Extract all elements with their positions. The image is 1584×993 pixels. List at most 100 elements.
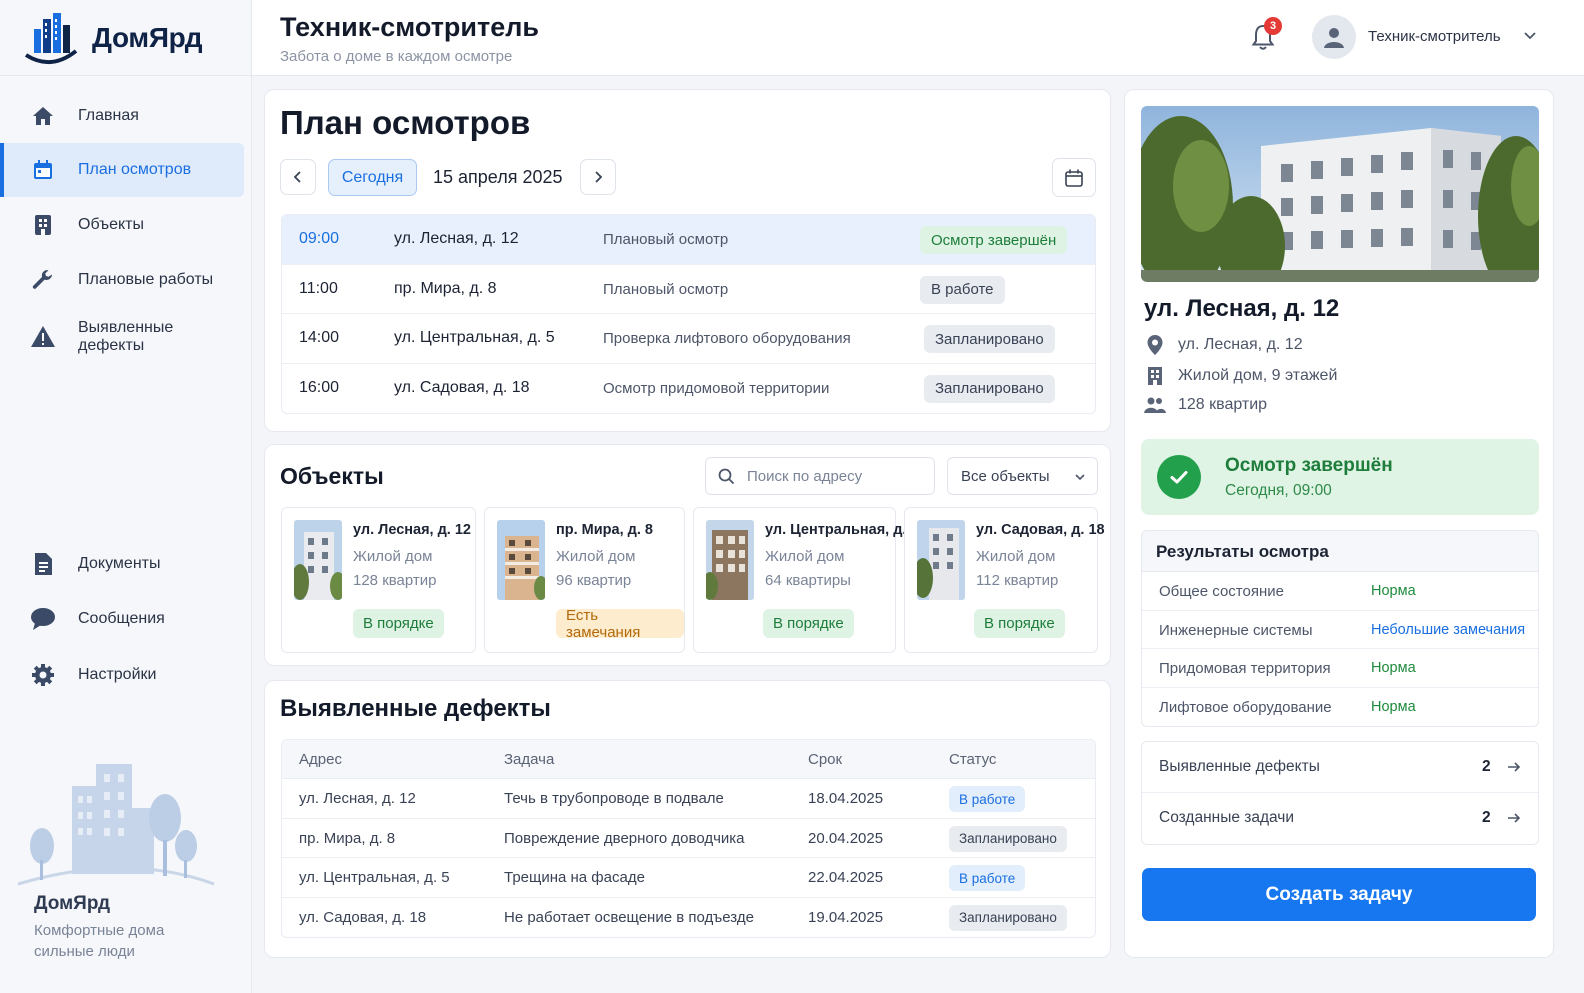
sidebar-item-planned-works[interactable]: Плановые работы (0, 253, 244, 307)
object-apartments-row: 128 квартир (1144, 394, 1267, 416)
sidebar-item-label: Главная (78, 107, 139, 124)
table-row[interactable]: пр. Мира, д. 8 Повреждение дверного дово… (282, 819, 1095, 858)
brand-name: ДомЯрд (92, 21, 203, 53)
schedule-row[interactable]: 16:00 ул. Садовая, д. 18 Осмотр придомов… (282, 364, 1095, 414)
status-badge: В порядке (974, 609, 1065, 638)
object-address-row: ул. Лесная, д. 12 (1144, 334, 1303, 356)
schedule-kind: Проверка лифтового оборудования (603, 330, 851, 347)
table-row[interactable]: ул. Садовая, д. 18 Не работает освещение… (282, 898, 1095, 938)
object-building-row: Жилой дом, 9 этажей (1144, 365, 1337, 387)
status-badge: В порядке (353, 609, 444, 638)
avatar[interactable] (1312, 15, 1356, 59)
prev-day-button[interactable] (280, 159, 316, 195)
gear-icon (30, 662, 56, 688)
sidebar-item-objects[interactable]: Объекты (0, 198, 244, 252)
schedule-kind: Плановый осмотр (603, 231, 729, 248)
object-type: Жилой дом (556, 548, 636, 565)
status-badge: В порядке (763, 609, 854, 638)
calendar-picker-button[interactable] (1052, 158, 1096, 197)
sidebar-item-home[interactable]: Главная (0, 89, 244, 143)
object-apartments: 128 квартир (1178, 396, 1268, 413)
schedule-row[interactable]: 11:00 пр. Мира, д. 8 Плановый осмотр В р… (282, 265, 1095, 314)
status-badge: Есть замечания (556, 607, 684, 641)
defect-address: ул. Центральная, д. 5 (299, 869, 450, 886)
result-value: Небольшие замечания (1371, 621, 1526, 638)
result-value: Норма (1371, 583, 1416, 599)
sidebar-item-label: Документы (78, 555, 161, 572)
link-count: 2 (1482, 809, 1491, 826)
object-card[interactable]: ул. Лесная, д. 12 Жилой дом 128 квартир … (281, 507, 476, 653)
sidebar-item-label: План осмотров (78, 161, 192, 178)
objects-filter-select[interactable]: Все объекты (947, 457, 1098, 495)
search-field[interactable] (705, 457, 935, 495)
schedule-row[interactable]: 14:00 ул. Центральная, д. 5 Проверка лиф… (282, 314, 1095, 364)
page-subtitle: Забота о доме в каждом осмотре (280, 48, 513, 65)
link-tasks[interactable]: Созданные задачи 2 (1142, 793, 1538, 844)
next-day-button[interactable] (580, 159, 616, 195)
table-header: Адрес Задача Срок Статус (282, 740, 1095, 779)
location-pin-icon (1144, 334, 1166, 356)
user-role[interactable]: Техник-смотритель (1368, 28, 1501, 45)
object-name: ул. Лесная, д. 12 (353, 522, 471, 538)
logo-icon (24, 12, 78, 64)
footer-brand-tagline: Комфортные дома сильные люди (34, 922, 165, 960)
result-key: Лифтовое оборудование (1159, 698, 1332, 716)
table-row[interactable]: ул. Центральная, д. 5 Трещина на фасаде … (282, 858, 1095, 898)
object-card[interactable]: ул. Центральная, д. 5 Жилой дом 64 кварт… (693, 507, 919, 653)
object-building-type: Жилой дом, 9 этажей (1178, 367, 1338, 384)
schedule-address: пр. Мира, д. 8 (394, 279, 497, 297)
chevron-down-icon (1075, 474, 1085, 481)
link-count: 2 (1482, 758, 1491, 775)
building-thumbnail (706, 520, 754, 600)
object-card[interactable]: ул. Садовая, д. 18 Жилой дом 112 квартир… (904, 507, 1105, 653)
object-address: ул. Лесная, д. 12 (1178, 336, 1303, 353)
calendar-icon (30, 157, 56, 183)
logo[interactable]: ДомЯрд (0, 0, 251, 76)
arrow-right-icon (1508, 762, 1521, 772)
search-icon (718, 468, 735, 484)
object-type: Жилой дом (976, 548, 1056, 565)
objects-card: Объекты Все объекты ул. Лесная, д. 12 Жи… (264, 444, 1111, 666)
schedule-kind: Плановый осмотр (603, 280, 729, 298)
defects-card: Выявленные дефекты Адрес Задача Срок Ста… (264, 680, 1111, 958)
sidebar-item-label: Плановые работы (78, 271, 214, 288)
building-photo (1141, 106, 1539, 282)
inspection-results: Результаты осмотра Общее состояние Норма… (1141, 530, 1539, 727)
result-key: Инженерные системы (1159, 621, 1313, 639)
object-apartments: 96 квартир (556, 572, 632, 589)
sidebar: ДомЯрд Главная План осмотров Объекты Пла… (0, 0, 252, 993)
create-task-button[interactable]: Создать задачу (1142, 868, 1536, 921)
link-label: Выявленные дефекты (1159, 758, 1320, 775)
inspection-status-time: Сегодня, 09:00 (1225, 482, 1332, 499)
search-input[interactable] (747, 467, 917, 485)
sidebar-item-inspection-plan[interactable]: План осмотров (0, 143, 244, 197)
section-title: Объекты (280, 463, 384, 489)
today-button[interactable]: Сегодня (328, 159, 417, 196)
chevron-left-icon (293, 171, 301, 183)
defect-task: Не работает освещение в подъезде (504, 908, 754, 926)
warning-icon (30, 324, 56, 350)
building-thumbnail (294, 520, 342, 600)
results-title: Результаты осмотра (1142, 531, 1538, 572)
people-icon (1144, 394, 1166, 416)
schedule-time: 14:00 (299, 329, 340, 346)
object-card[interactable]: пр. Мира, д. 8 Жилой дом 96 квартир Есть… (484, 507, 685, 653)
sidebar-item-messages[interactable]: Сообщения (0, 592, 244, 646)
schedule-kind: Осмотр придомовой территории (603, 379, 830, 397)
column-header: Статус (949, 751, 997, 768)
column-header: Адрес (299, 751, 342, 768)
link-defects[interactable]: Выявленные дефекты 2 (1142, 742, 1538, 793)
result-row: Инженерные системы Небольшие замечания (1142, 611, 1538, 649)
chevron-down-icon[interactable] (1522, 28, 1538, 44)
sidebar-item-documents[interactable]: Документы (0, 537, 244, 591)
section-title: Выявленные дефекты (280, 695, 551, 722)
sidebar-item-defects[interactable]: Выявленные дефекты (0, 310, 244, 364)
table-row[interactable]: ул. Лесная, д. 12 Течь в трубопроводе в … (282, 779, 1095, 819)
related-links: Выявленные дефекты 2 Созданные задачи 2 (1141, 741, 1539, 845)
result-row: Лифтовое оборудование Норма (1142, 688, 1538, 727)
sidebar-item-settings[interactable]: Настройки (0, 648, 244, 702)
schedule-row[interactable]: 09:00 ул. Лесная, д. 12 Плановый осмотр … (282, 215, 1095, 265)
object-apartments: 64 квартиры (765, 572, 851, 589)
defect-task: Повреждение дверного доводчика (504, 829, 745, 847)
wrench-icon (30, 267, 56, 293)
